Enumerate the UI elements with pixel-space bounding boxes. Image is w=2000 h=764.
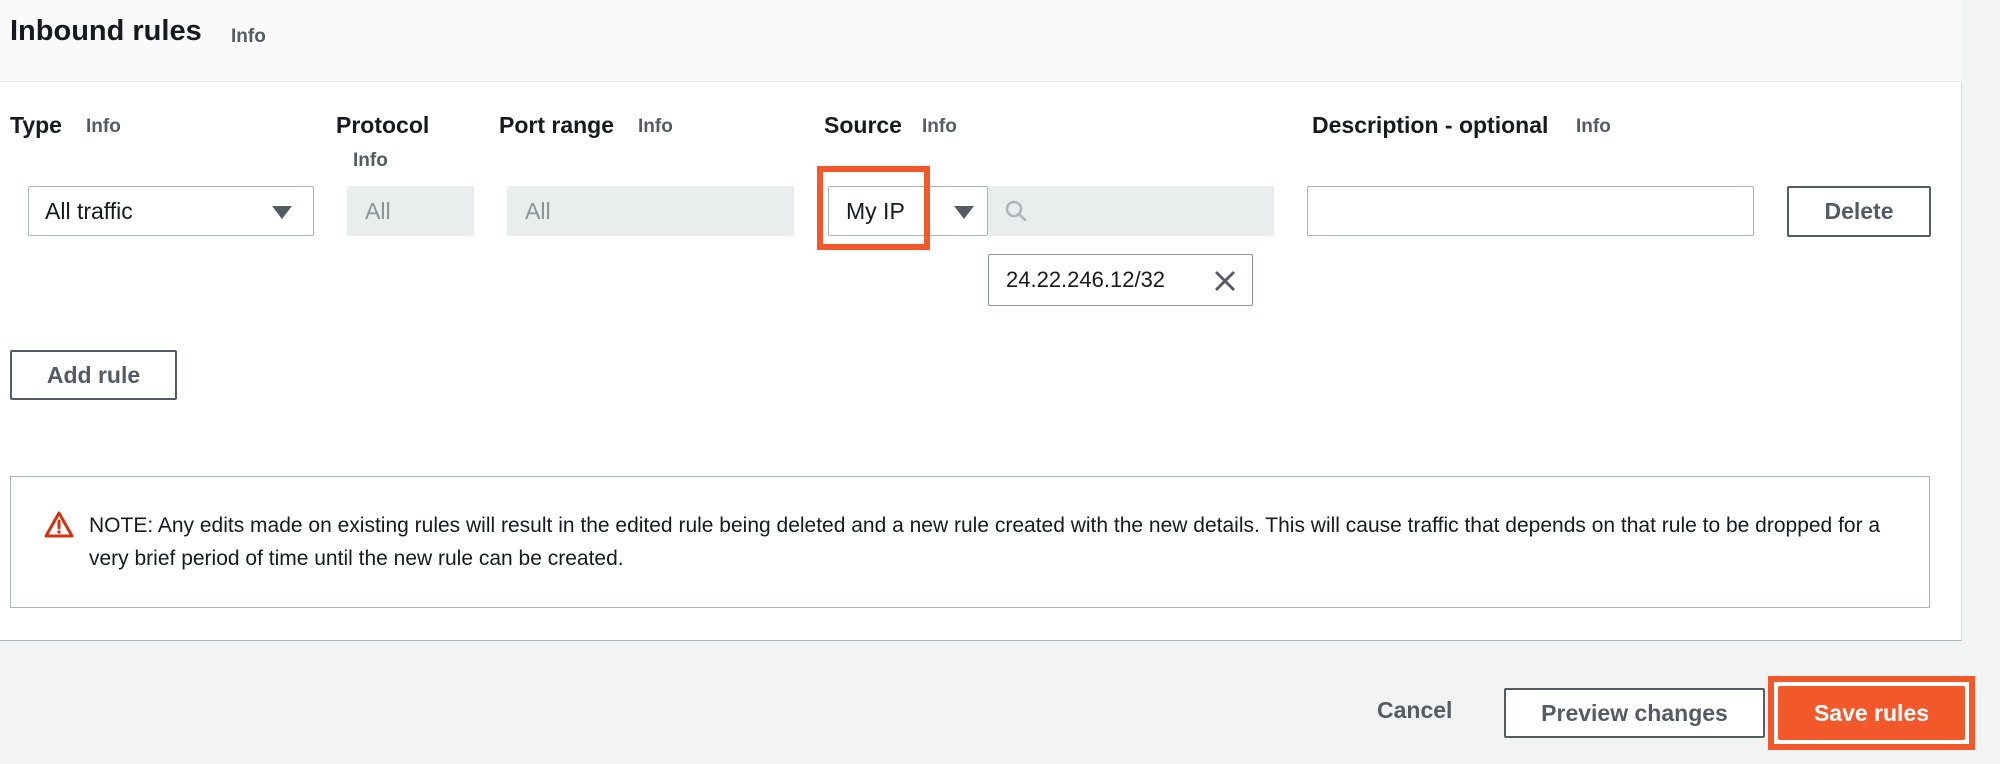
- type-column-label: Type: [10, 112, 62, 138]
- delete-rule-button[interactable]: Delete: [1787, 186, 1931, 237]
- port-range-info-link[interactable]: Info: [638, 116, 673, 138]
- warning-icon: [44, 511, 74, 538]
- type-info-link[interactable]: Info: [86, 116, 121, 138]
- source-info-link[interactable]: Info: [922, 116, 957, 138]
- panel-header: [0, 0, 1962, 82]
- description-input[interactable]: [1307, 186, 1754, 236]
- type-select-value: All traffic: [45, 197, 133, 224]
- save-rules-button[interactable]: Save rules: [1778, 686, 1965, 740]
- cancel-button[interactable]: Cancel: [1377, 697, 1452, 724]
- close-icon[interactable]: [1213, 269, 1237, 293]
- protocol-info-link[interactable]: Info: [353, 150, 388, 172]
- source-column-label: Source: [824, 112, 902, 138]
- source-highlight-box: [817, 166, 930, 250]
- description-column-label: Description - optional: [1312, 112, 1549, 138]
- warning-text: NOTE: Any edits made on existing rules w…: [89, 514, 1881, 570]
- protocol-column-label: Protocol: [336, 112, 430, 138]
- type-select[interactable]: All traffic: [28, 186, 314, 236]
- port-range-column-label: Port range: [499, 112, 615, 138]
- caret-down-icon: [272, 206, 292, 219]
- description-info-link[interactable]: Info: [1576, 116, 1611, 138]
- protocol-field: All: [347, 186, 474, 236]
- port-range-field: All: [507, 186, 794, 236]
- page-title: Inbound rules: [10, 15, 202, 47]
- source-ip-token: 24.22.246.12/32: [988, 254, 1253, 306]
- search-icon: [1005, 200, 1027, 222]
- source-search-input[interactable]: [988, 186, 1274, 236]
- preview-changes-button[interactable]: Preview changes: [1504, 688, 1765, 738]
- header-info-link[interactable]: Info: [231, 26, 266, 48]
- add-rule-button[interactable]: Add rule: [10, 350, 177, 400]
- caret-down-icon: [954, 206, 974, 219]
- source-ip-token-label: 24.22.246.12/32: [1006, 267, 1166, 292]
